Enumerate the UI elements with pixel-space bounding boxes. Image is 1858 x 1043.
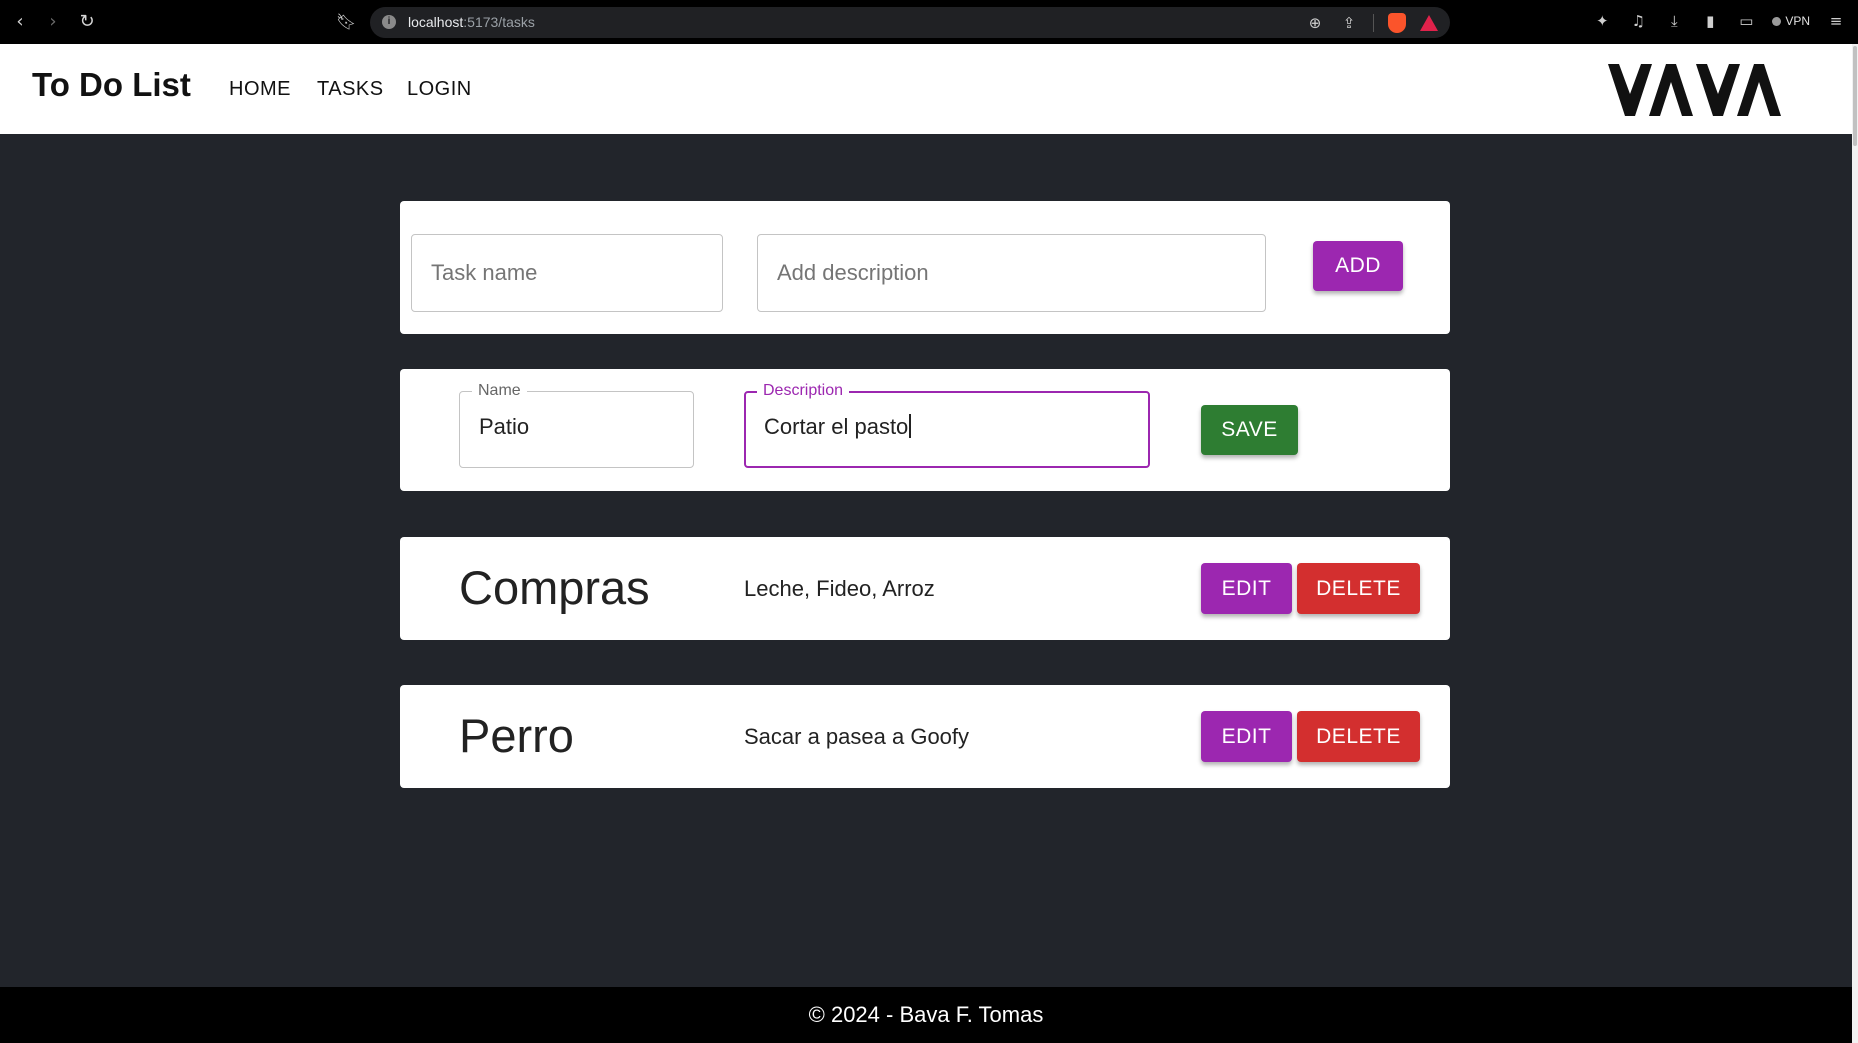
delete-button[interactable]: DELETE xyxy=(1297,563,1420,614)
task-description: Sacar a pasea a Goofy xyxy=(744,724,970,749)
wallet-icon[interactable]: ▭ xyxy=(1736,11,1756,31)
edit-button[interactable]: EDIT xyxy=(1201,711,1292,762)
nav-tasks[interactable]: TASKS xyxy=(317,78,384,101)
task-card: Perro Sacar a pasea a Goofy EDIT DELETE xyxy=(400,685,1450,788)
edit-button[interactable]: EDIT xyxy=(1201,563,1292,614)
edit-description-value-wrap[interactable]: Cortar el pasto xyxy=(764,414,911,440)
forward-icon[interactable]: › xyxy=(42,11,64,33)
task-name-input[interactable] xyxy=(412,235,722,311)
task-title: Perro xyxy=(459,709,574,762)
reload-icon[interactable]: ↻ xyxy=(76,11,98,33)
share-icon[interactable]: ⇪ xyxy=(1339,13,1359,33)
scrollbar-thumb[interactable] xyxy=(1853,46,1857,146)
task-card: Compras Leche, Fideo, Arroz EDIT DELETE xyxy=(400,537,1450,640)
add-task-card: ADD xyxy=(400,201,1450,334)
edit-name-field[interactable]: Name Patio xyxy=(459,381,694,468)
edit-description-label: Description xyxy=(757,381,850,401)
brave-shields-icon[interactable] xyxy=(1388,13,1406,33)
add-button[interactable]: ADD xyxy=(1313,241,1403,291)
task-name-field[interactable] xyxy=(411,234,723,312)
task-description: Leche, Fideo, Arroz xyxy=(744,576,935,601)
scrollbar-track[interactable] xyxy=(1852,44,1858,1043)
menu-icon[interactable]: ≡ xyxy=(1826,11,1846,31)
brave-rewards-icon[interactable] xyxy=(1420,15,1438,31)
task-description-field[interactable] xyxy=(757,234,1266,312)
footer: © 2024 - Bava F. Tomas xyxy=(0,987,1852,1043)
edit-description-field[interactable]: Description Cortar el pasto xyxy=(744,381,1150,468)
browser-toolbar: ‹ › ↻ 🔖︎ i localhost:5173/tasks ⊕ ⇪ ✦ ♫ … xyxy=(0,0,1858,44)
nav-login[interactable]: LOGIN xyxy=(407,78,472,101)
vpn-label: VPN xyxy=(1785,14,1810,28)
zoom-icon[interactable]: ⊕ xyxy=(1305,13,1325,33)
back-icon[interactable]: ‹ xyxy=(9,11,31,33)
text-caret xyxy=(909,414,911,438)
vpn-status-icon xyxy=(1772,16,1782,26)
delete-button[interactable]: DELETE xyxy=(1297,711,1420,762)
edit-task-card: Name Patio Description Cortar el pasto S… xyxy=(400,369,1450,491)
brand-logo xyxy=(1608,64,1781,116)
edit-description-value: Cortar el pasto xyxy=(764,414,909,439)
vpn-button[interactable]: VPN xyxy=(1772,14,1810,28)
sidebar-icon[interactable]: ▮ xyxy=(1700,11,1720,31)
url-host: localhost xyxy=(408,14,464,30)
extensions-icon[interactable]: ✦ xyxy=(1592,11,1612,31)
edit-name-label: Name xyxy=(472,381,527,401)
app-title: To Do List xyxy=(32,66,191,103)
task-description-input[interactable] xyxy=(758,235,1265,311)
download-icon[interactable]: ⤓ xyxy=(1664,11,1684,31)
edit-name-value[interactable]: Patio xyxy=(479,414,529,440)
app-header: To Do List HOME TASKS LOGIN xyxy=(0,44,1852,134)
page-viewport: To Do List HOME TASKS LOGIN ADD Name Pat… xyxy=(0,44,1852,1043)
address-bar[interactable]: i localhost:5173/tasks ⊕ ⇪ xyxy=(370,7,1450,38)
site-info-icon[interactable]: i xyxy=(382,15,396,29)
bookmark-icon[interactable]: 🔖︎ xyxy=(335,11,357,33)
divider xyxy=(1373,14,1374,32)
save-button[interactable]: SAVE xyxy=(1201,405,1298,455)
url-text[interactable]: localhost:5173/tasks xyxy=(408,14,535,30)
media-icon[interactable]: ♫ xyxy=(1628,11,1648,31)
footer-text: © 2024 - Bava F. Tomas xyxy=(808,1002,1044,1027)
url-path: :5173/tasks xyxy=(463,14,535,30)
task-title: Compras xyxy=(459,561,650,614)
nav-home[interactable]: HOME xyxy=(229,78,291,101)
